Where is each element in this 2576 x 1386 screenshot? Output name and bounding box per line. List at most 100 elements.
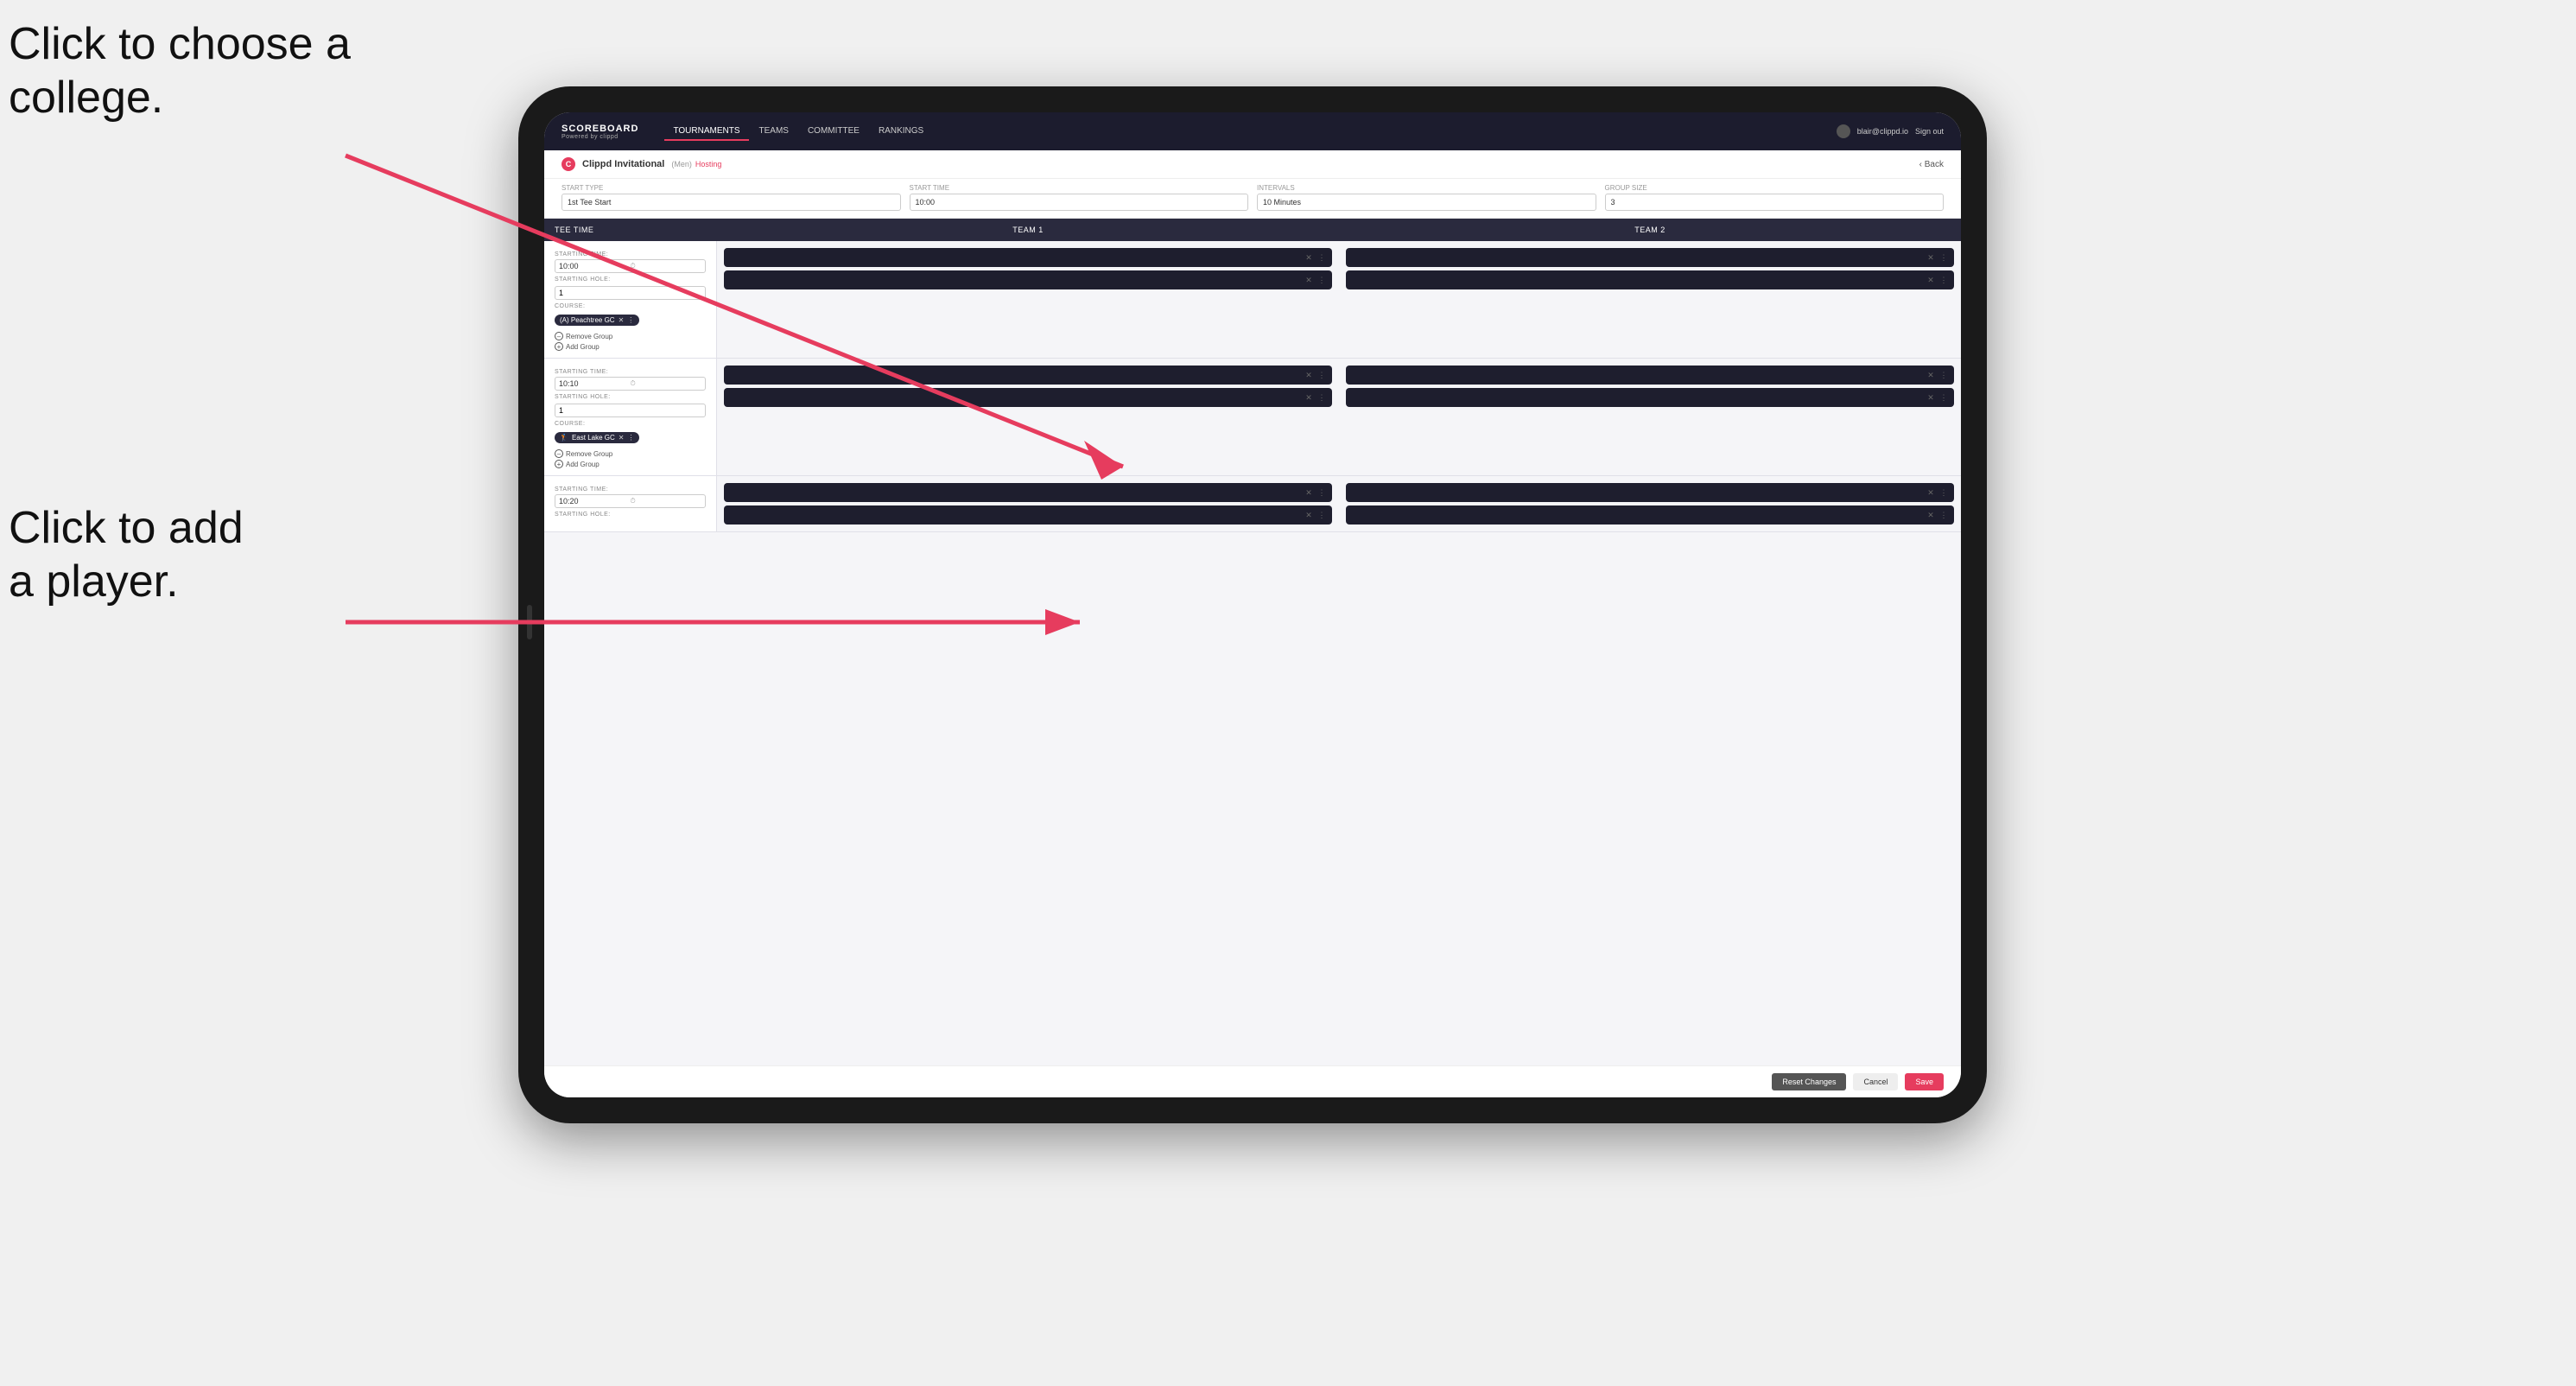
starting-time-label-3: STARTING TIME: bbox=[555, 486, 706, 493]
team1-col-1: ✕ ⋮ ✕ ⋮ bbox=[717, 241, 1339, 358]
expand-btn-2d[interactable]: ✕ bbox=[1926, 392, 1936, 403]
remove-course-2[interactable]: ✕ bbox=[619, 434, 625, 442]
starting-time-input-3[interactable]: 10:20 ⏱ bbox=[555, 494, 706, 508]
starting-hole-label-2: STARTING HOLE: bbox=[555, 394, 706, 400]
expand-btn-1b[interactable]: ✕ bbox=[1304, 275, 1314, 285]
more-btn-1a[interactable]: ⋮ bbox=[1317, 252, 1327, 263]
remove-group-link-2[interactable]: – Remove Group bbox=[555, 449, 706, 458]
player-controls-2a: ✕ ⋮ bbox=[1304, 370, 1327, 380]
player-slot-2d[interactable]: ✕ ⋮ bbox=[1346, 388, 1954, 407]
intervals-select[interactable]: 10 Minutes bbox=[1257, 194, 1596, 211]
player-slot-1c[interactable]: ✕ ⋮ bbox=[1346, 248, 1954, 267]
player-controls-2b: ✕ ⋮ bbox=[1304, 392, 1327, 403]
reset-button[interactable]: Reset Changes bbox=[1772, 1073, 1846, 1090]
more-btn-1d[interactable]: ⋮ bbox=[1938, 275, 1949, 285]
more-btn-3c[interactable]: ⋮ bbox=[1938, 487, 1949, 498]
player-controls-1d: ✕ ⋮ bbox=[1926, 275, 1949, 285]
start-time-select[interactable]: 10:00 bbox=[910, 194, 1249, 211]
course-label-1: COURSE: bbox=[555, 303, 706, 309]
player-slot-1d[interactable]: ✕ ⋮ bbox=[1346, 270, 1954, 289]
course-label-2: COURSE: bbox=[555, 421, 706, 427]
remove-course-1[interactable]: ✕ bbox=[619, 316, 625, 324]
start-type-select[interactable]: 1st Tee Start bbox=[562, 194, 901, 211]
save-button[interactable]: Save bbox=[1905, 1073, 1944, 1090]
starting-hole-select-2[interactable]: 1 bbox=[555, 404, 706, 417]
more-btn-3d[interactable]: ⋮ bbox=[1938, 510, 1949, 520]
player-slot-2a[interactable]: ✕ ⋮ bbox=[724, 366, 1332, 385]
player-slot-1a[interactable]: ✕ ⋮ bbox=[724, 248, 1332, 267]
player-controls-2d: ✕ ⋮ bbox=[1926, 392, 1949, 403]
expand-btn-1d[interactable]: ✕ bbox=[1926, 275, 1936, 285]
more-btn-2a[interactable]: ⋮ bbox=[1317, 370, 1327, 380]
col-team1: Team 1 bbox=[717, 219, 1339, 241]
back-button[interactable]: ‹ Back bbox=[1919, 160, 1944, 169]
settings-bar: Start Type 1st Tee Start Start Time 10:0… bbox=[544, 179, 1961, 219]
more-btn-1c[interactable]: ⋮ bbox=[1938, 252, 1949, 263]
nav-committee[interactable]: COMMITTEE bbox=[799, 123, 868, 141]
expand-btn-1c[interactable]: ✕ bbox=[1926, 252, 1936, 263]
more-btn-1b[interactable]: ⋮ bbox=[1317, 275, 1327, 285]
group-size-select[interactable]: 3 bbox=[1605, 194, 1945, 211]
player-controls-3a: ✕ ⋮ bbox=[1304, 487, 1327, 498]
starting-hole-label-3: STARTING HOLE: bbox=[555, 512, 706, 518]
player-slot-2c[interactable]: ✕ ⋮ bbox=[1346, 366, 1954, 385]
more-course-1[interactable]: ⋮ bbox=[627, 316, 634, 324]
expand-btn-2b[interactable]: ✕ bbox=[1304, 392, 1314, 403]
add-group-link-2[interactable]: + Add Group bbox=[555, 460, 706, 468]
expand-btn-3d[interactable]: ✕ bbox=[1926, 510, 1936, 520]
more-btn-2b[interactable]: ⋮ bbox=[1317, 392, 1327, 403]
side-button[interactable] bbox=[527, 605, 532, 639]
clippd-logo: C bbox=[562, 157, 575, 171]
player-controls-2c: ✕ ⋮ bbox=[1926, 370, 1949, 380]
expand-btn-1a[interactable]: ✕ bbox=[1304, 252, 1314, 263]
player-controls-1b: ✕ ⋮ bbox=[1304, 275, 1327, 285]
add-group-link-1[interactable]: + Add Group bbox=[555, 342, 706, 351]
course-tag-2[interactable]: 🏌 East Lake GC ✕ ⋮ bbox=[555, 432, 639, 443]
tablet-frame: SCOREBOARD Powered by clippd TOURNAMENTS… bbox=[518, 86, 1987, 1123]
annotation-top: Click to choose a college. bbox=[9, 17, 351, 125]
remove-group-link-1[interactable]: – Remove Group bbox=[555, 332, 706, 340]
expand-btn-3c[interactable]: ✕ bbox=[1926, 487, 1936, 498]
sub-header: C Clippd Invitational (Men) Hosting ‹ Ba… bbox=[544, 150, 1961, 179]
nav-tournaments[interactable]: TOURNAMENTS bbox=[664, 123, 748, 141]
player-slot-2b[interactable]: ✕ ⋮ bbox=[724, 388, 1332, 407]
sign-out-link[interactable]: Sign out bbox=[1915, 127, 1944, 136]
brand-sub: Powered by clippd bbox=[562, 134, 638, 140]
more-btn-2d[interactable]: ⋮ bbox=[1938, 392, 1949, 403]
tournament-title: Clippd Invitational bbox=[582, 159, 664, 169]
cancel-button[interactable]: Cancel bbox=[1853, 1073, 1898, 1090]
expand-btn-2c[interactable]: ✕ bbox=[1926, 370, 1936, 380]
player-slot-3c[interactable]: ✕ ⋮ bbox=[1346, 483, 1954, 502]
player-slot-3b[interactable]: ✕ ⋮ bbox=[724, 505, 1332, 525]
tee-left-3: STARTING TIME: 10:20 ⏱ STARTING HOLE: bbox=[544, 476, 717, 531]
expand-btn-3a[interactable]: ✕ bbox=[1304, 487, 1314, 498]
player-slot-3a[interactable]: ✕ ⋮ bbox=[724, 483, 1332, 502]
start-time-group: Start Time 10:00 bbox=[910, 184, 1249, 211]
expand-btn-2a[interactable]: ✕ bbox=[1304, 370, 1314, 380]
player-slot-1b[interactable]: ✕ ⋮ bbox=[724, 270, 1332, 289]
expand-btn-3b[interactable]: ✕ bbox=[1304, 510, 1314, 520]
main-content: STARTING TIME: 10:00 ⏱ STARTING HOLE: 1 … bbox=[544, 241, 1961, 1065]
start-type-label: Start Type bbox=[562, 184, 901, 192]
more-btn-2c[interactable]: ⋮ bbox=[1938, 370, 1949, 380]
remove-icon-2: – bbox=[555, 449, 563, 458]
player-controls-1a: ✕ ⋮ bbox=[1304, 252, 1327, 263]
course-tag-1[interactable]: (A) Peachtree GC ✕ ⋮ bbox=[555, 315, 639, 326]
navbar: SCOREBOARD Powered by clippd TOURNAMENTS… bbox=[544, 112, 1961, 150]
starting-time-label-1: STARTING TIME: bbox=[555, 251, 706, 257]
action-links-1: – Remove Group + Add Group bbox=[555, 332, 706, 351]
more-course-2[interactable]: ⋮ bbox=[627, 434, 634, 442]
player-slot-3d[interactable]: ✕ ⋮ bbox=[1346, 505, 1954, 525]
nav-teams[interactable]: TEAMS bbox=[751, 123, 797, 141]
starting-time-input-1[interactable]: 10:00 ⏱ bbox=[555, 259, 706, 273]
nav-right: blair@clippd.io Sign out bbox=[1837, 124, 1944, 138]
team2-col-3: ✕ ⋮ ✕ ⋮ bbox=[1339, 476, 1961, 531]
starting-time-input-2[interactable]: 10:10 ⏱ bbox=[555, 377, 706, 391]
nav-rankings[interactable]: RANKINGS bbox=[870, 123, 932, 141]
starting-hole-label-1: STARTING HOLE: bbox=[555, 277, 706, 283]
more-btn-3b[interactable]: ⋮ bbox=[1317, 510, 1327, 520]
starting-hole-select-1[interactable]: 1 bbox=[555, 286, 706, 300]
tablet-screen: SCOREBOARD Powered by clippd TOURNAMENTS… bbox=[544, 112, 1961, 1097]
more-btn-3a[interactable]: ⋮ bbox=[1317, 487, 1327, 498]
remove-icon-1: – bbox=[555, 332, 563, 340]
